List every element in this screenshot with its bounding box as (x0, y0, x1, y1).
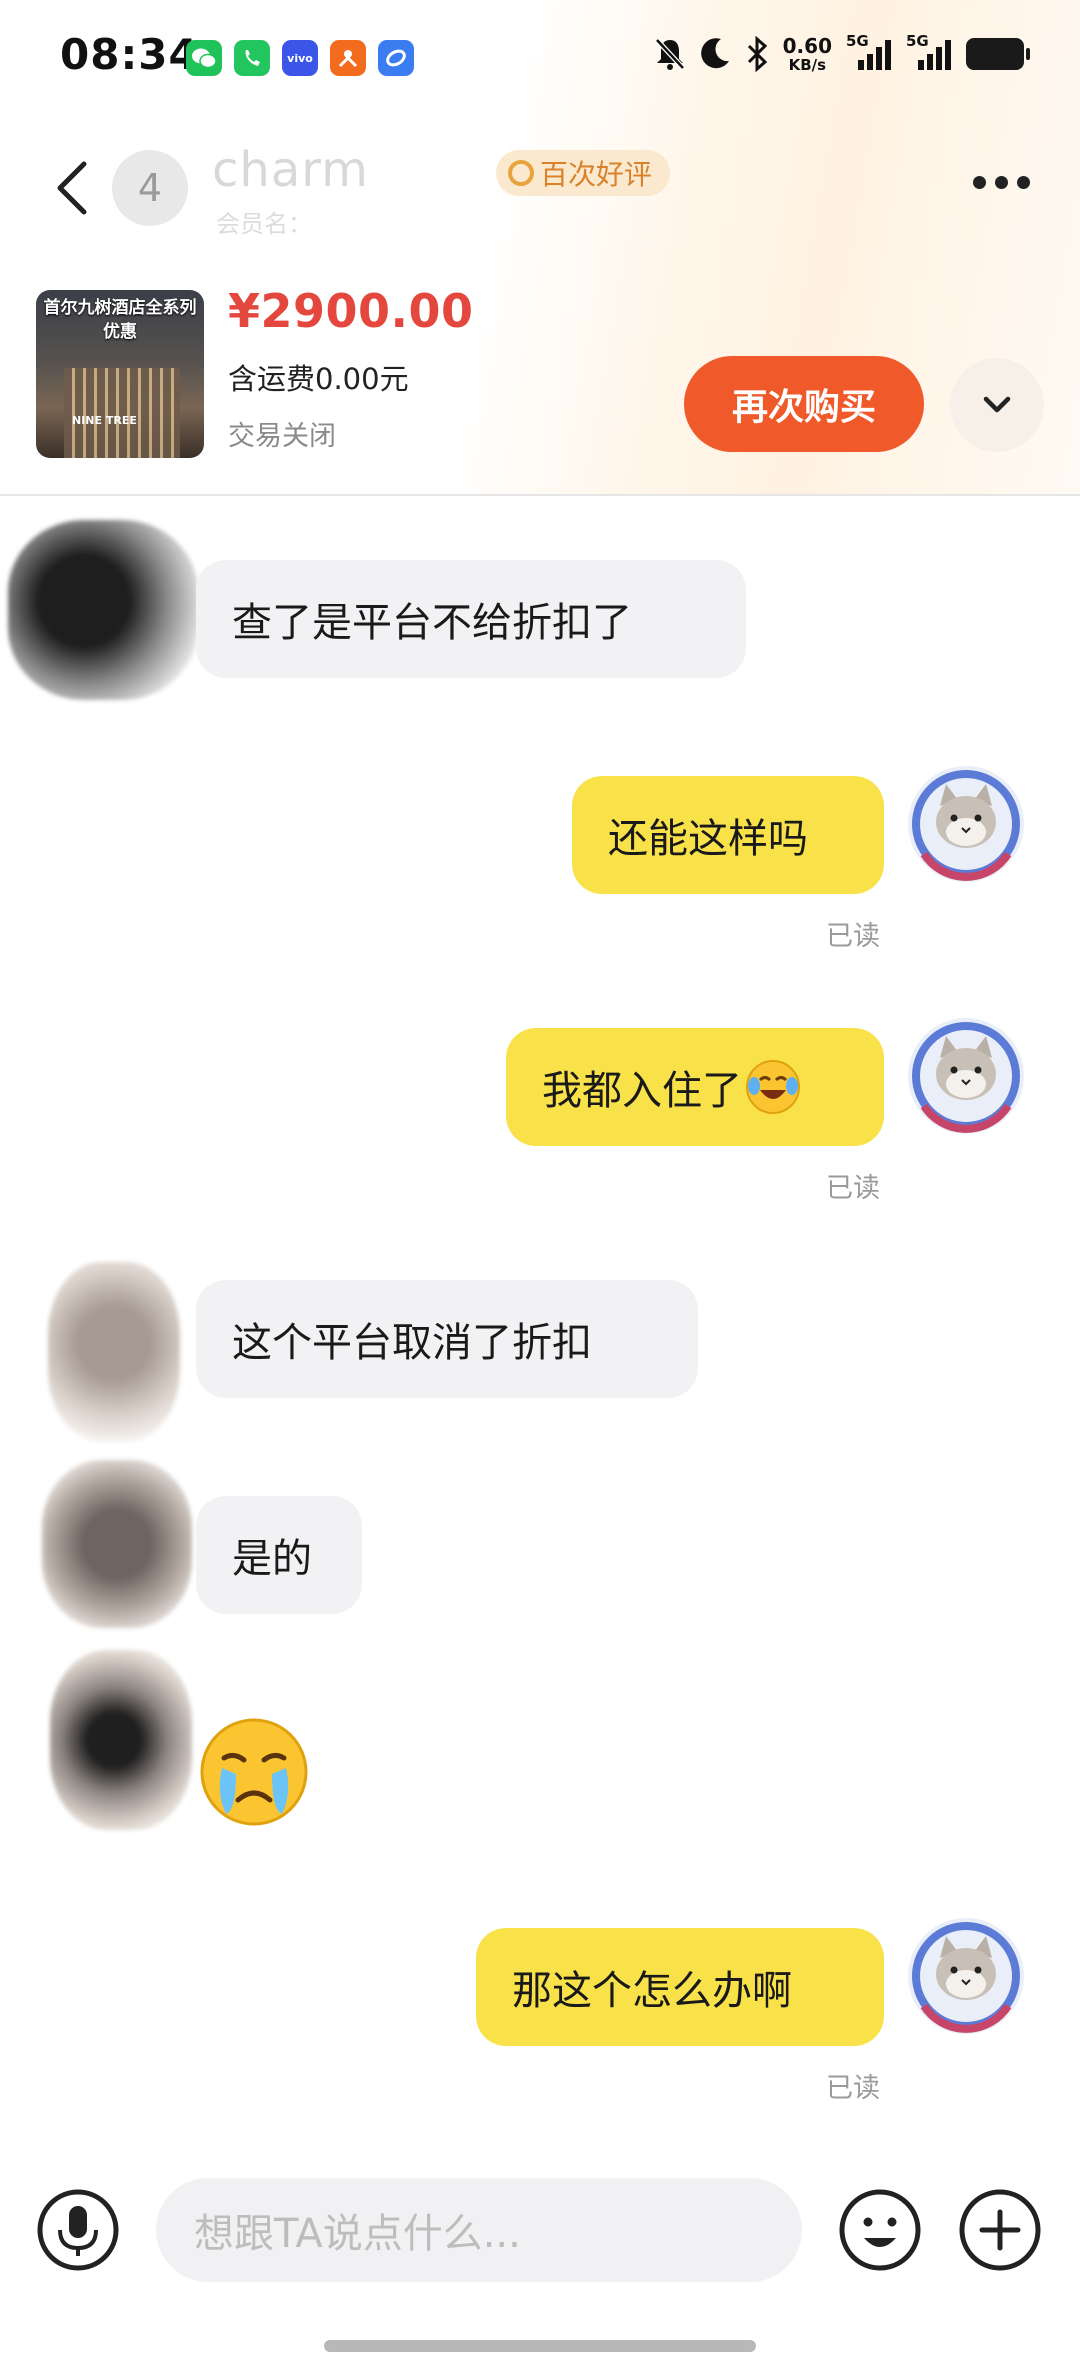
more-actions-button[interactable] (958, 2188, 1042, 2272)
network-speed-value: 0.60 (782, 33, 832, 58)
badge-ring-icon (508, 160, 534, 186)
chat-screen: 08:34 vivo 0.60 KB/s 5G 5G 4 charm 会员名： … (0, 0, 1080, 2376)
network-speed: 0.60 KB/s (783, 36, 832, 73)
message-text: 查了是平台不给折扣了 (232, 600, 632, 646)
smiley-icon (839, 2189, 921, 2271)
dot-icon (1017, 176, 1030, 189)
moon-icon (700, 38, 729, 69)
badge-label: 百次好评 (540, 158, 653, 191)
shop-name[interactable]: charm (212, 142, 369, 198)
vivo-icon: vivo (282, 40, 318, 76)
orange-app-icon (330, 40, 366, 76)
sender-avatar[interactable] (48, 1262, 180, 1442)
chevron-left-icon (57, 161, 87, 215)
signal-sim2-icon: 5G (906, 32, 952, 74)
read-receipt: 已读 (826, 2073, 880, 2104)
voice-input-button[interactable] (36, 2188, 120, 2272)
blue-app-icon (378, 40, 414, 76)
message-bubble[interactable]: 我都入住了 (506, 1028, 884, 1146)
my-avatar[interactable] (906, 764, 1026, 884)
thumbnail-sign: NINE TREE (72, 414, 137, 427)
plus-icon (959, 2189, 1041, 2271)
thumbnail-title: 首尔九树酒店全系列优惠 (43, 298, 197, 342)
product-price: ¥2900.00 (228, 284, 474, 338)
read-receipt: 已读 (826, 1173, 880, 1204)
bluetooth-icon (747, 36, 767, 72)
cat-avatar-icon (908, 1918, 1024, 2034)
crying-sticker[interactable] (196, 1714, 312, 1830)
my-avatar[interactable] (906, 1016, 1026, 1136)
unread-count-avatar[interactable]: 4 (112, 150, 188, 226)
sender-avatar[interactable] (8, 520, 198, 700)
more-options-button[interactable] (973, 176, 1030, 189)
status-bar: 08:34 vivo 0.60 KB/s 5G 5G (0, 0, 1080, 120)
order-status: 交易关闭 (228, 421, 336, 452)
home-indicator[interactable] (324, 2340, 756, 2352)
message-text: 这个平台取消了折扣 (232, 1320, 592, 1366)
emoji-button[interactable] (838, 2188, 922, 2272)
message-text: 那这个怎么办啊 (512, 1968, 792, 2014)
message-bubble[interactable]: 这个平台取消了折扣 (196, 1280, 698, 1398)
laugh-cry-emoji-icon (746, 1060, 800, 1114)
cat-avatar-icon (908, 1018, 1024, 1134)
message-bubble[interactable]: 那这个怎么办啊 (476, 1928, 884, 2046)
my-avatar[interactable] (906, 1916, 1026, 2036)
dot-icon (973, 176, 986, 189)
sender-avatar[interactable] (50, 1650, 192, 1830)
notification-icons: vivo (186, 40, 414, 76)
dot-icon (995, 176, 1008, 189)
chevron-down-icon (983, 396, 1011, 413)
mute-bell-icon (654, 38, 685, 70)
message-text: 还能这样吗 (608, 816, 808, 862)
message-bubble[interactable]: 查了是平台不给折扣了 (196, 560, 746, 678)
rating-badge: 百次好评 (496, 150, 671, 196)
cat-avatar-icon (908, 766, 1024, 882)
phone-app-icon (234, 40, 270, 76)
message-text: 是的 (232, 1536, 312, 1582)
wechat-icon (186, 40, 222, 76)
shipping-info: 含运费0.00元 (228, 362, 409, 396)
crying-emoji-icon (200, 1718, 308, 1826)
hotel-building-image (64, 368, 180, 458)
message-input[interactable]: 想跟TA说点什么... (156, 2178, 802, 2282)
message-text: 我都入住了 (542, 1068, 742, 1114)
read-receipt: 已读 (826, 921, 880, 952)
status-time: 08:34 (60, 30, 199, 79)
microphone-icon (37, 2189, 119, 2271)
product-thumbnail[interactable]: 首尔九树酒店全系列优惠 NINE TREE (36, 290, 204, 458)
system-icons: 0.60 KB/s 5G 5G (653, 32, 1030, 74)
message-bubble[interactable]: 是的 (196, 1496, 362, 1614)
rebuy-button[interactable]: 再次购买 (684, 356, 924, 452)
expand-button[interactable] (950, 358, 1044, 452)
signal-sim1-icon: 5G (846, 32, 892, 74)
back-button[interactable] (52, 158, 96, 218)
message-bubble[interactable]: 还能这样吗 (572, 776, 884, 894)
sender-avatar[interactable] (42, 1460, 192, 1628)
network-speed-unit: KB/s (788, 55, 827, 74)
header-divider (0, 494, 1080, 496)
battery-icon (966, 38, 1030, 70)
shop-subtitle: 会员名： (216, 210, 312, 238)
